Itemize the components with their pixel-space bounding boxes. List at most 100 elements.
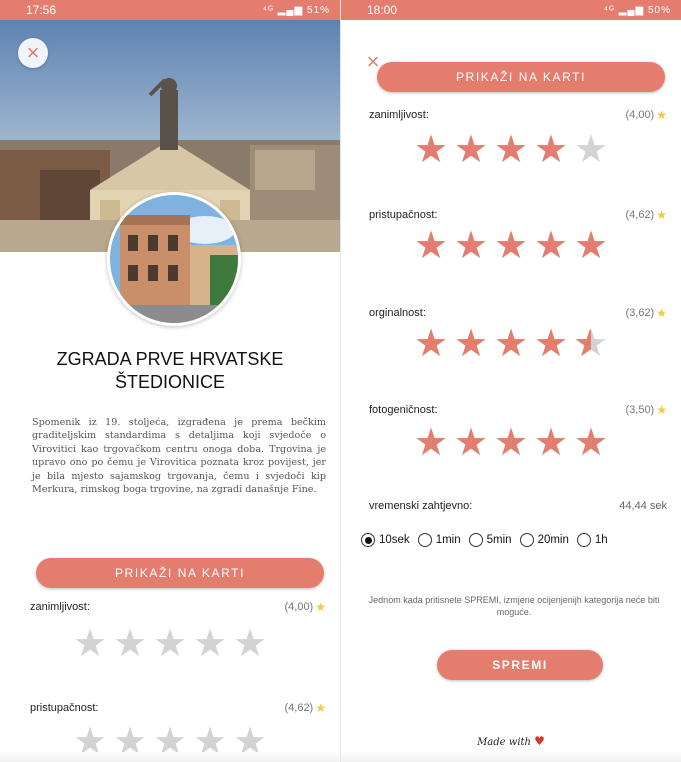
star-icon[interactable]: ★★ (493, 227, 529, 265)
star-fill-shape: ★ (493, 228, 529, 264)
bottom-edge (0, 752, 340, 762)
time-option-20min[interactable]: 20min (519, 533, 569, 547)
star-icon[interactable]: ★★ (112, 625, 148, 663)
building-photo-illustration (110, 195, 238, 323)
star-icon[interactable]: ★★ (152, 623, 188, 665)
radio-label: 5min (486, 534, 512, 546)
time-options-radio-group: 10sek 1min 5min 20min 1h (361, 533, 681, 547)
star-icon[interactable]: ★★ (453, 325, 489, 363)
star-icon[interactable]: ★★ (453, 424, 489, 462)
close-button[interactable]: × (18, 38, 48, 68)
star-rating-originality[interactable]: ★ ★ ★ ★ ★ ★ ★ ★ ★ ★ (341, 325, 681, 363)
star-empty-shape: ★ (192, 623, 228, 665)
show-on-map-button[interactable]: PRIKAŽI NA KARTI (36, 558, 324, 588)
radio-label: 1min (435, 534, 461, 546)
star-rating-interest[interactable]: ★★★★★★★★★★ (341, 129, 681, 171)
right-screen: 18:00 ⁴ᴳ ▂▄▆ 50% PRIKAŽI NA KARTI × zani… (341, 0, 681, 762)
star-fill-shape: ★ (413, 425, 449, 461)
star-fill-shape: ★ (413, 326, 449, 362)
bottom-edge (341, 752, 681, 762)
rating-header-photogenic: fotogeničnost: (3,50) ★ (369, 403, 667, 417)
star-icon[interactable]: ★★ (413, 424, 449, 462)
rating-header-accessibility: pristupačnost: (4,62) ★ (30, 701, 326, 715)
star-icon: ★ (656, 403, 667, 417)
time-option-5min[interactable]: 5min (468, 533, 512, 547)
star-fill-shape: ★ (493, 132, 529, 168)
star-icon[interactable]: ★★ (533, 325, 569, 363)
star-icon[interactable]: ★★ (413, 325, 449, 363)
star-icon[interactable]: ★★ (573, 129, 609, 171)
star-icon[interactable]: ★★ (493, 424, 529, 462)
star-icon[interactable]: ★★ (573, 227, 609, 265)
star-fill-shape: ★ (453, 132, 489, 168)
star-icon[interactable]: ★★ (232, 623, 268, 665)
star-icon[interactable]: ★★ (413, 131, 449, 169)
star-fill-shape: ★ (453, 425, 489, 461)
heart-icon: ♥ (534, 734, 545, 748)
radio-button[interactable] (468, 533, 483, 547)
star-icon[interactable]: ★★ (533, 227, 569, 265)
rating-label: fotogeničnost: (369, 404, 438, 416)
save-button[interactable]: SPREMI (437, 650, 603, 680)
star-fill-shape: ★ (493, 326, 529, 362)
save-warning-note: Jednom kada pritisnete SPREMI, izmjene o… (368, 595, 660, 617)
rating-header-accessibility: pristupačnost: (4,62) ★ (369, 208, 667, 222)
close-button[interactable]: × (361, 50, 385, 74)
radio-button[interactable] (576, 533, 591, 547)
star-icon[interactable]: ★★ (493, 325, 529, 363)
star-fill-shape: ★ (533, 326, 569, 362)
status-time: 18:00 (367, 3, 398, 17)
rating-average: (4,62) (625, 209, 655, 221)
status-icons: ⁴ᴳ ▂▄▆ 50% (603, 4, 671, 16)
radio-button[interactable] (417, 533, 432, 547)
star-empty-shape: ★ (152, 623, 188, 665)
star-icon[interactable]: ★★ (453, 131, 489, 169)
rating-header-interest: zanimljivost: (4,00) ★ (369, 108, 667, 122)
rating-average: (3,50) (625, 404, 655, 416)
star-fill-shape: ★ (453, 326, 489, 362)
radio-label: 20min (537, 534, 569, 546)
status-bar: 17:56 ⁴ᴳ ▂▄▆ 51% (0, 0, 340, 20)
location-description: Spomenik iz 19. stoljeća, izgrađena je p… (32, 417, 326, 496)
radio-button[interactable] (519, 533, 534, 547)
star-rating-photogenic[interactable]: ★ ★ ★ ★ ★ ★ ★ ★ ★ ★ (341, 424, 681, 462)
rating-header-interest: zanimljivost: (4,00) ★ (30, 600, 326, 614)
location-avatar (107, 192, 241, 326)
star-empty-shape: ★ (232, 623, 268, 665)
close-icon: × (26, 40, 40, 65)
radio-label: 10sek (379, 534, 410, 546)
star-icon[interactable]: ★★ (493, 131, 529, 169)
star-icon[interactable]: ★★ (533, 424, 569, 462)
rating-average: (3,62) (625, 307, 655, 319)
star-fill-shape: ★ (413, 228, 449, 264)
star-icon[interactable]: ★★ (453, 227, 489, 265)
time-required-label: vremenski zahtjevno: (369, 500, 473, 512)
rating-label: pristupačnost: (369, 209, 438, 221)
left-screen: 17:56 ⁴ᴳ ▂▄▆ 51% × ZGRADA PRVE HRVATSKE … (0, 0, 340, 762)
star-icon[interactable]: ★★ (72, 625, 108, 663)
star-icon[interactable]: ★★ (413, 227, 449, 265)
rating-average: (4,62) (284, 702, 314, 714)
time-option-1h[interactable]: 1h (576, 533, 608, 547)
time-option-10sek[interactable]: 10sek (361, 533, 410, 547)
radio-button[interactable] (361, 533, 375, 547)
star-icon[interactable]: ★★ (573, 325, 609, 363)
star-icon[interactable]: ★★ (573, 424, 609, 462)
time-required-value: 44,44 sek (619, 500, 667, 512)
star-empty-shape: ★ (573, 129, 609, 171)
made-with-footer: Made with ♥ (341, 734, 681, 748)
star-fill-shape: ★ (533, 228, 569, 264)
location-title: ZGRADA PRVE HRVATSKE ŠTEDIONICE (0, 348, 340, 394)
status-icons: ⁴ᴳ ▂▄▆ 51% (262, 4, 330, 16)
show-on-map-button[interactable]: PRIKAŽI NA KARTI (377, 62, 665, 92)
star-icon[interactable]: ★★ (533, 131, 569, 169)
title-line-2: ŠTEDIONICE (114, 372, 225, 392)
status-time: 17:56 (26, 3, 57, 17)
star-icon: ★ (315, 600, 326, 614)
star-rating-accessibility[interactable]: ★★★★★★★★★★ (341, 227, 681, 265)
rating-label: orginalnost: (369, 307, 426, 319)
time-required-row: vremenski zahtjevno: 44,44 sek (369, 500, 667, 512)
time-option-1min[interactable]: 1min (417, 533, 461, 547)
star-icon[interactable]: ★★ (192, 623, 228, 665)
star-rating-interest[interactable]: ★★★★★★★★★★ (0, 623, 340, 665)
